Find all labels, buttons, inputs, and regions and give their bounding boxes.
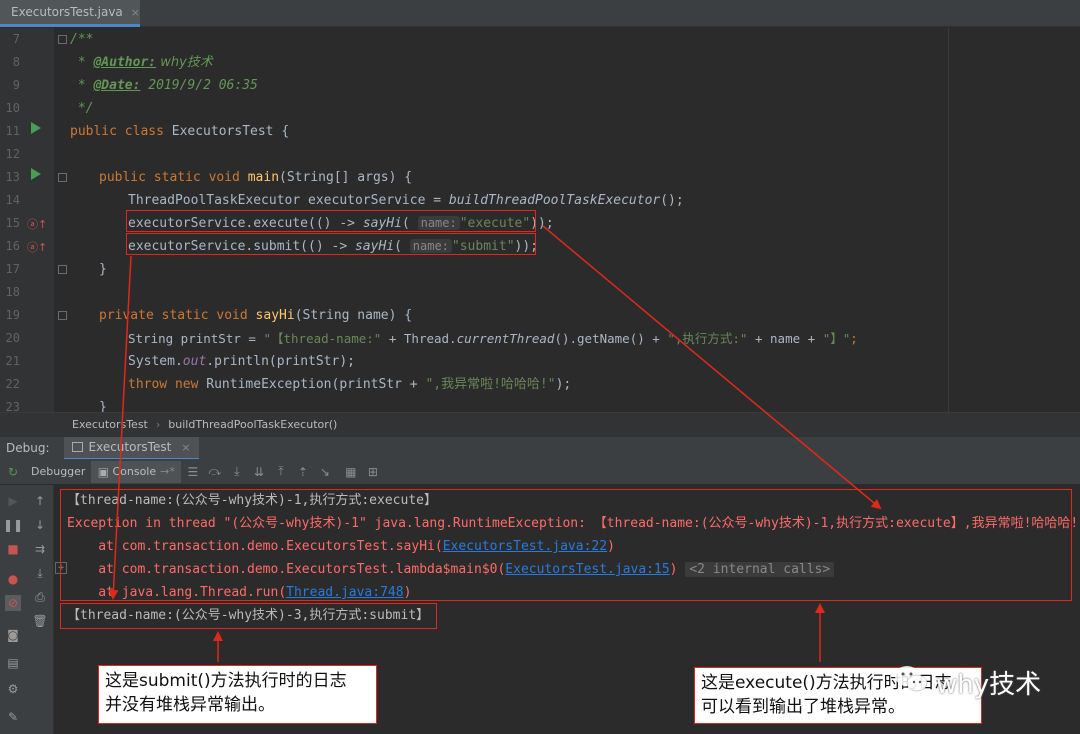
arrow-execute-to-output — [542, 225, 882, 510]
ide-window: ExecutorsTest.java × 7 8 9 10 11 12 13 1… — [0, 0, 1080, 734]
arrow-submit-to-output — [108, 255, 132, 600]
annotation-arrows — [108, 225, 882, 662]
wechat-icon — [895, 666, 928, 692]
watermark-text: why技术 — [936, 670, 1042, 700]
submit-explanation-note: 这是submit()方法执行时的日志 并没有堆栈异常输出。 — [98, 665, 377, 724]
